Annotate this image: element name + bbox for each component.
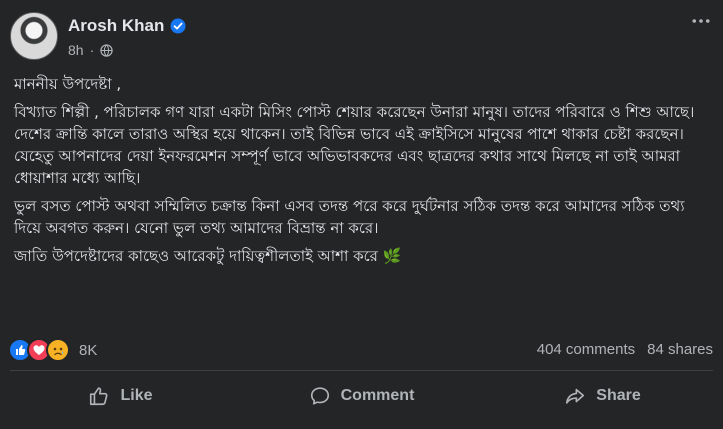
sad-reaction-icon (46, 338, 70, 362)
like-label: Like (120, 387, 153, 404)
reaction-icons (8, 338, 70, 362)
author-name[interactable]: Arosh Khan (68, 16, 164, 36)
verified-icon (170, 18, 186, 34)
comment-button[interactable]: Comment (241, 372, 482, 420)
comment-icon (310, 387, 329, 405)
share-button[interactable]: Share (482, 372, 723, 420)
post-meta: 8h · (68, 42, 113, 58)
reactions-summary[interactable]: 8K (8, 338, 97, 362)
post-paragraph: মাননীয় উপদেষ্টা , (14, 75, 122, 93)
globe-icon (100, 43, 113, 57)
author-row: Arosh Khan (68, 16, 186, 36)
post-header: Arosh Khan 8h · (10, 12, 713, 62)
more-icon (692, 19, 710, 23)
comment-label: Comment (340, 387, 415, 404)
shares-count[interactable]: 84 shares (647, 341, 713, 358)
post-body: মাননীয় উপদেষ্টা , বিখ্যাত শিল্পী , পরিচ… (14, 73, 714, 273)
reaction-count[interactable]: 8K (79, 342, 97, 359)
post-paragraph: বিখ্যাত শিল্পী , পরিচালক গণ যারা একটা মি… (14, 103, 695, 187)
post-stats: 404 comments 84 shares (537, 341, 713, 358)
post-time[interactable]: 8h (68, 42, 84, 58)
post-paragraph: ভুল বসত পোস্ট অথবা সম্মিলিত চক্রান্ত কিন… (14, 197, 685, 237)
comments-count[interactable]: 404 comments (537, 341, 635, 358)
divider (10, 370, 713, 371)
more-options-button[interactable] (689, 12, 713, 30)
thumbs-up-icon (90, 387, 109, 406)
post-paragraph: জাতি উপদেষ্টাদের কাছেও আরেকটু দায়িত্বশী… (14, 247, 402, 265)
author-avatar[interactable] (10, 12, 58, 60)
share-label: Share (596, 387, 641, 404)
like-button[interactable]: Like (0, 372, 241, 420)
share-icon (566, 388, 585, 404)
meta-separator: · (89, 42, 95, 58)
post-actions: Like Comment Share (0, 372, 723, 420)
